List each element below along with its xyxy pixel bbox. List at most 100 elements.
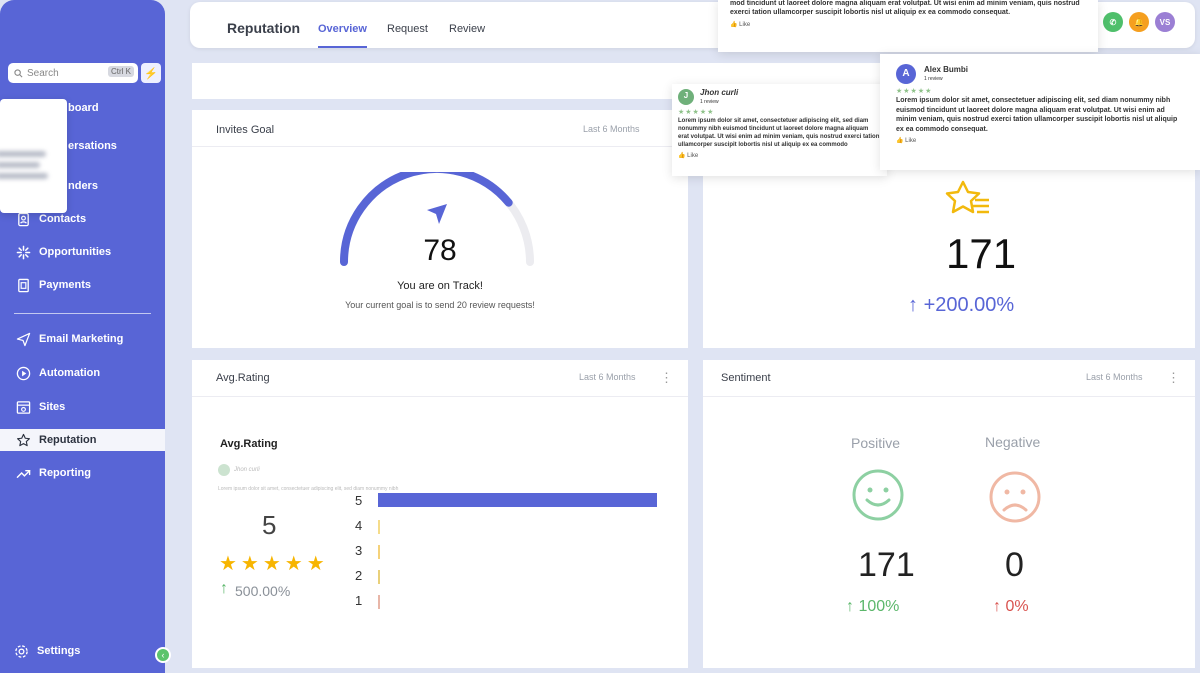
sidebar-item-reporting[interactable]: Reporting xyxy=(16,462,91,484)
search-placeholder: Search xyxy=(27,67,59,79)
divider xyxy=(192,396,688,397)
send-icon xyxy=(427,204,447,224)
sidebar-item-label: Email Marketing xyxy=(39,333,124,345)
sidebar-item-label: Opportunities xyxy=(39,246,112,258)
period-label: Last 6 Months xyxy=(583,124,640,134)
reviews-change: ↑ +200.00% xyxy=(908,294,1014,317)
review-body: mod tincidunt ut laoreet dolore magna al… xyxy=(730,0,1080,17)
positive-label: Positive xyxy=(851,435,901,451)
page-title: Reputation xyxy=(227,20,301,36)
sidebar-item-settings[interactable]: Settings xyxy=(14,640,80,662)
reviewer-name: Jhon curli xyxy=(700,88,739,97)
review-count: 1 review xyxy=(924,76,943,83)
send-icon xyxy=(16,332,31,346)
card-title: Avg.Rating xyxy=(216,372,270,384)
sites-icon xyxy=(16,400,31,414)
sidebar-item-automation[interactable]: Automation xyxy=(16,362,100,384)
sidebar: Search Ctrl K ⚡ board ersations nders Co… xyxy=(0,0,165,673)
divider xyxy=(192,146,688,147)
payments-icon xyxy=(18,278,29,292)
period-label: Last 6 Months xyxy=(579,372,636,382)
card-title: Sentiment xyxy=(721,372,771,384)
card-title: Invites Goal xyxy=(216,124,275,136)
thumbs-up-icon: 👍 xyxy=(896,138,904,145)
sentiment-card: Sentiment Last 6 Months ⋮ Positive Negat… xyxy=(703,360,1195,668)
negative-label: Negative xyxy=(985,434,1041,450)
bar-1-tick xyxy=(378,595,380,609)
avg-rating-card: Avg.Rating Last 6 Months ⋮ Avg.Rating 5 … xyxy=(192,360,688,668)
tab-overview[interactable]: Overview xyxy=(318,23,367,48)
bar-2-tick xyxy=(378,570,380,584)
rating-subtitle: Avg.Rating xyxy=(220,438,278,450)
sidebar-item-opportunities[interactable]: Opportunities xyxy=(16,241,111,263)
sidebar-item-sites[interactable]: Sites xyxy=(16,396,65,418)
bar-label-1: 1 xyxy=(355,593,363,608)
positive-count: 171 xyxy=(858,546,915,584)
chevron-left-icon: ‹ xyxy=(161,650,165,660)
bar-3-tick xyxy=(378,545,380,559)
search-input[interactable]: Search Ctrl K xyxy=(8,63,138,83)
sidebar-item-label: Reporting xyxy=(39,467,91,479)
sidebar-item-reputation[interactable]: Reputation xyxy=(0,429,165,451)
sidebar-item-label: Reputation xyxy=(39,434,97,446)
more-options-icon[interactable]: ⋮ xyxy=(660,370,673,386)
sidebar-item-email-marketing[interactable]: Email Marketing xyxy=(16,328,123,350)
positive-change-value: 100% xyxy=(858,598,900,615)
tab-review[interactable]: Review xyxy=(449,23,485,35)
gear-icon xyxy=(15,644,28,658)
quick-action-button[interactable]: ⚡ xyxy=(141,63,161,83)
negative-change-value: 0% xyxy=(1005,598,1029,615)
arrow-up-icon: ↑ xyxy=(908,294,918,316)
sidebar-item-label: board xyxy=(68,102,99,114)
like-button[interactable]: 👍 Like xyxy=(896,137,1184,145)
sidebar-divider xyxy=(14,313,151,314)
sidebar-item-label: Payments xyxy=(39,279,91,291)
search-icon xyxy=(14,68,23,77)
bell-icon[interactable]: 🔔 xyxy=(1129,12,1149,32)
arrow-up-icon: ↑ xyxy=(220,580,228,597)
goal-sub-message: Your current goal is to send 20 review r… xyxy=(345,300,535,310)
bar-label-2: 2 xyxy=(355,568,363,583)
period-label: Last 6 Months xyxy=(1086,372,1143,382)
positive-change: ↑ 100% xyxy=(846,598,899,616)
sidebar-item-label: Settings xyxy=(37,645,81,657)
like-button[interactable]: 👍 Like xyxy=(678,152,881,160)
like-button[interactable]: 👍 Like xyxy=(730,21,1086,29)
goal-value: 78 xyxy=(423,234,457,267)
contacts-icon xyxy=(18,212,29,226)
divider xyxy=(703,396,1195,397)
opportunities-icon xyxy=(16,245,31,259)
search-shortcut-badge: Ctrl K xyxy=(108,66,134,77)
bolt-icon: ⚡ xyxy=(144,67,158,80)
arrow-up-icon: ↑ xyxy=(846,598,854,615)
review-body: Lorem ipsum dolor sit amet, consectetuer… xyxy=(678,117,880,149)
reviews-count: 171 xyxy=(946,230,1017,277)
sidebar-item-label: nders xyxy=(68,180,98,192)
thumbs-up-icon: 👍 xyxy=(678,152,686,159)
trend-icon xyxy=(16,469,31,478)
review-stars: ★★★★★ xyxy=(896,88,933,95)
sidebar-item-dashboard[interactable]: board xyxy=(68,97,99,119)
phone-icon[interactable]: ✆ xyxy=(1103,12,1123,32)
negative-count: 0 xyxy=(1005,546,1024,584)
sidebar-item-conversations[interactable]: ersations xyxy=(68,135,117,157)
sidebar-item-label: Contacts xyxy=(39,213,87,225)
frown-icon xyxy=(989,471,1041,523)
more-options-icon[interactable]: ⋮ xyxy=(1167,370,1180,386)
faded-review-preview: Jhon curli Lorem ipsum dolor sit amet, c… xyxy=(218,464,443,524)
avatar[interactable]: VS xyxy=(1155,12,1175,32)
collapse-sidebar-button[interactable]: ‹ xyxy=(155,647,171,663)
goal-message: You are on Track! xyxy=(397,280,483,292)
sidebar-item-calendars[interactable]: nders xyxy=(68,175,98,197)
rating-change: 500.00% xyxy=(235,583,291,599)
reviews-change-value: +200.00% xyxy=(923,294,1015,316)
blurred-popup xyxy=(0,99,67,213)
review-count: 1 review xyxy=(700,98,719,105)
review-stars: ★★★★★ xyxy=(678,108,715,116)
sidebar-item-label: Automation xyxy=(39,367,101,379)
thumbs-up-icon: 👍 xyxy=(730,21,738,28)
sidebar-item-payments[interactable]: Payments xyxy=(16,274,91,296)
tab-request[interactable]: Request xyxy=(387,23,428,35)
invites-goal-card: Invites Goal Last 6 Months 78 You are on… xyxy=(192,110,688,348)
sidebar-item-label: ersations xyxy=(68,140,117,152)
